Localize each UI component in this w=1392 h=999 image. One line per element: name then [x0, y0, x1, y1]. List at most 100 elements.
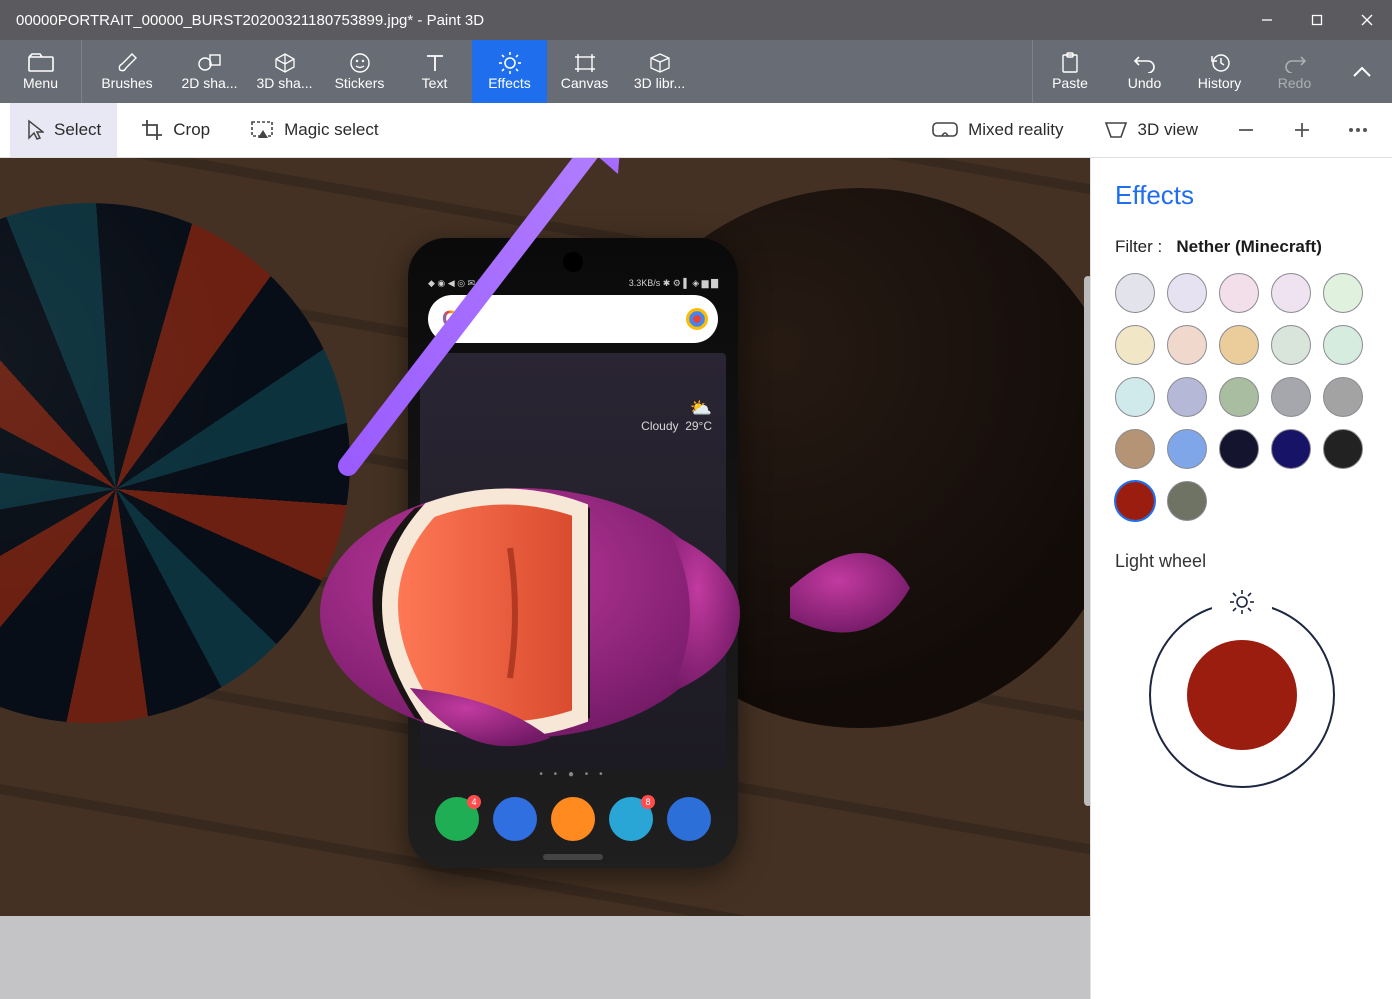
filter-swatch[interactable] [1323, 273, 1363, 313]
canvas[interactable]: ◆ ◉ ◀ ◎ ✉ ☰ ⋯ 3.3KB/s ✱ ⚙ ▌ ◈ ▆ ▇ G ⛅ Cl… [0, 158, 1090, 916]
more-options-button[interactable] [1334, 106, 1382, 154]
select-tool[interactable]: Select [10, 103, 117, 157]
ribbon-label: Stickers [335, 75, 385, 91]
filter-line: Filter : Nether (Minecraft) [1115, 237, 1368, 257]
smartphone: ◆ ◉ ◀ ◎ ✉ ☰ ⋯ 3.3KB/s ✱ ⚙ ▌ ◈ ▆ ▇ G ⛅ Cl… [408, 238, 738, 868]
status-left: ◆ ◉ ◀ ◎ ✉ ☰ ⋯ [428, 278, 497, 289]
ribbon-label: History [1198, 75, 1242, 91]
ribbon: Menu Brushes 2D sha... 3D sha... Sticker… [0, 40, 1392, 103]
window-controls [1242, 0, 1392, 40]
library-icon [649, 53, 671, 73]
filter-swatch[interactable] [1323, 429, 1363, 469]
ribbon-label: Undo [1128, 75, 1161, 91]
plus-icon [1293, 121, 1311, 139]
notification-badge: 4 [467, 795, 481, 809]
title-bar: 00000PORTRAIT_00000_BURST202003211807538… [0, 0, 1392, 40]
dock-app-icon: 4 [435, 797, 479, 841]
magic-select-icon [250, 120, 274, 140]
folder-icon [28, 53, 54, 73]
filter-swatch[interactable] [1115, 481, 1155, 521]
notification-badge: 8 [641, 795, 655, 809]
canvas-area[interactable]: ◆ ◉ ◀ ◎ ✉ ☰ ⋯ 3.3KB/s ✱ ⚙ ▌ ◈ ▆ ▇ G ⛅ Cl… [0, 158, 1090, 999]
effects-icon [498, 53, 522, 73]
magic-select-tool[interactable]: Magic select [234, 103, 394, 157]
effects-panel: Effects Filter : Nether (Minecraft) Ligh… [1090, 158, 1392, 999]
filter-swatch[interactable] [1115, 325, 1155, 365]
ribbon-label: Redo [1278, 75, 1311, 91]
ribbon-label: 2D sha... [181, 75, 237, 91]
history-icon [1209, 53, 1231, 73]
filter-swatch[interactable] [1219, 273, 1259, 313]
filter-label: Filter : [1115, 237, 1162, 256]
collapse-ribbon-button[interactable] [1332, 40, 1392, 103]
brush-icon [116, 53, 138, 73]
minus-icon [1237, 121, 1255, 139]
filter-swatch[interactable] [1271, 273, 1311, 313]
ribbon-tab-effects[interactable]: Effects [472, 40, 547, 103]
filter-swatch[interactable] [1271, 377, 1311, 417]
maximize-button[interactable] [1292, 0, 1342, 40]
3d-view-button[interactable]: 3D view [1088, 103, 1214, 157]
magic-label: Magic select [284, 120, 378, 140]
cursor-icon [26, 119, 44, 141]
filter-swatch[interactable] [1115, 377, 1155, 417]
filter-swatch[interactable] [1219, 325, 1259, 365]
minimize-button[interactable] [1242, 0, 1292, 40]
google-logo: G [442, 306, 459, 332]
crop-label: Crop [173, 120, 210, 140]
filter-swatch[interactable] [1115, 273, 1155, 313]
ribbon-tab-3d-shapes[interactable]: 3D sha... [247, 40, 322, 103]
status-right: 3.3KB/s ✱ ⚙ ▌ ◈ ▆ ▇ [629, 278, 718, 289]
ribbon-tab-stickers[interactable]: Stickers [322, 40, 397, 103]
close-button[interactable] [1342, 0, 1392, 40]
paste-button[interactable]: Paste [1032, 40, 1107, 103]
light-wheel-center[interactable] [1187, 640, 1297, 750]
filter-swatch[interactable] [1219, 429, 1259, 469]
shapes-3d-icon [274, 53, 296, 73]
history-button[interactable]: History [1182, 40, 1257, 103]
menu-button[interactable]: Menu [0, 40, 82, 103]
ribbon-tab-brushes[interactable]: Brushes [82, 40, 172, 103]
view3d-label: 3D view [1138, 120, 1198, 140]
mixed-label: Mixed reality [968, 120, 1063, 140]
filter-swatch[interactable] [1323, 377, 1363, 417]
filter-swatch[interactable] [1219, 377, 1259, 417]
filter-swatch[interactable] [1167, 273, 1207, 313]
menu-label: Menu [23, 75, 58, 91]
phone-notch [563, 252, 583, 272]
ribbon-tab-text[interactable]: Text [397, 40, 472, 103]
ribbon-tab-canvas[interactable]: Canvas [547, 40, 622, 103]
select-label: Select [54, 120, 101, 140]
ribbon-label: Text [422, 75, 448, 91]
zoom-out-button[interactable] [1222, 106, 1270, 154]
filter-swatch[interactable] [1271, 325, 1311, 365]
phone-wallpaper: ⛅ Cloudy 29°C [420, 353, 726, 769]
filter-name: Nether (Minecraft) [1176, 237, 1321, 256]
filter-swatch[interactable] [1167, 325, 1207, 365]
sun-icon[interactable] [1228, 588, 1256, 616]
filter-swatch[interactable] [1167, 429, 1207, 469]
mixed-reality-button[interactable]: Mixed reality [916, 103, 1079, 157]
google-search-bar: G [428, 295, 718, 343]
filter-swatch[interactable] [1323, 325, 1363, 365]
undo-button[interactable]: Undo [1107, 40, 1182, 103]
filter-swatch[interactable] [1271, 429, 1311, 469]
zoom-in-button[interactable] [1278, 106, 1326, 154]
crop-icon [141, 119, 163, 141]
light-wheel[interactable] [1137, 590, 1347, 800]
canvas-bottom-margin [0, 916, 1090, 999]
ribbon-label: 3D libr... [634, 75, 685, 91]
filter-swatch[interactable] [1115, 429, 1155, 469]
ribbon-tab-3d-library[interactable]: 3D libr... [622, 40, 697, 103]
filter-swatches [1115, 273, 1368, 521]
ribbon-label: Paste [1052, 75, 1088, 91]
filter-swatch[interactable] [1167, 481, 1207, 521]
crop-tool[interactable]: Crop [125, 103, 226, 157]
canvas-scrollbar[interactable] [1084, 276, 1090, 806]
ribbon-label: Brushes [101, 75, 152, 91]
filter-swatch[interactable] [1167, 377, 1207, 417]
ellipsis-icon [1348, 127, 1368, 133]
page-indicator: • • ● • • [420, 769, 726, 780]
clipboard-icon [1060, 53, 1080, 73]
ribbon-tab-2d-shapes[interactable]: 2D sha... [172, 40, 247, 103]
